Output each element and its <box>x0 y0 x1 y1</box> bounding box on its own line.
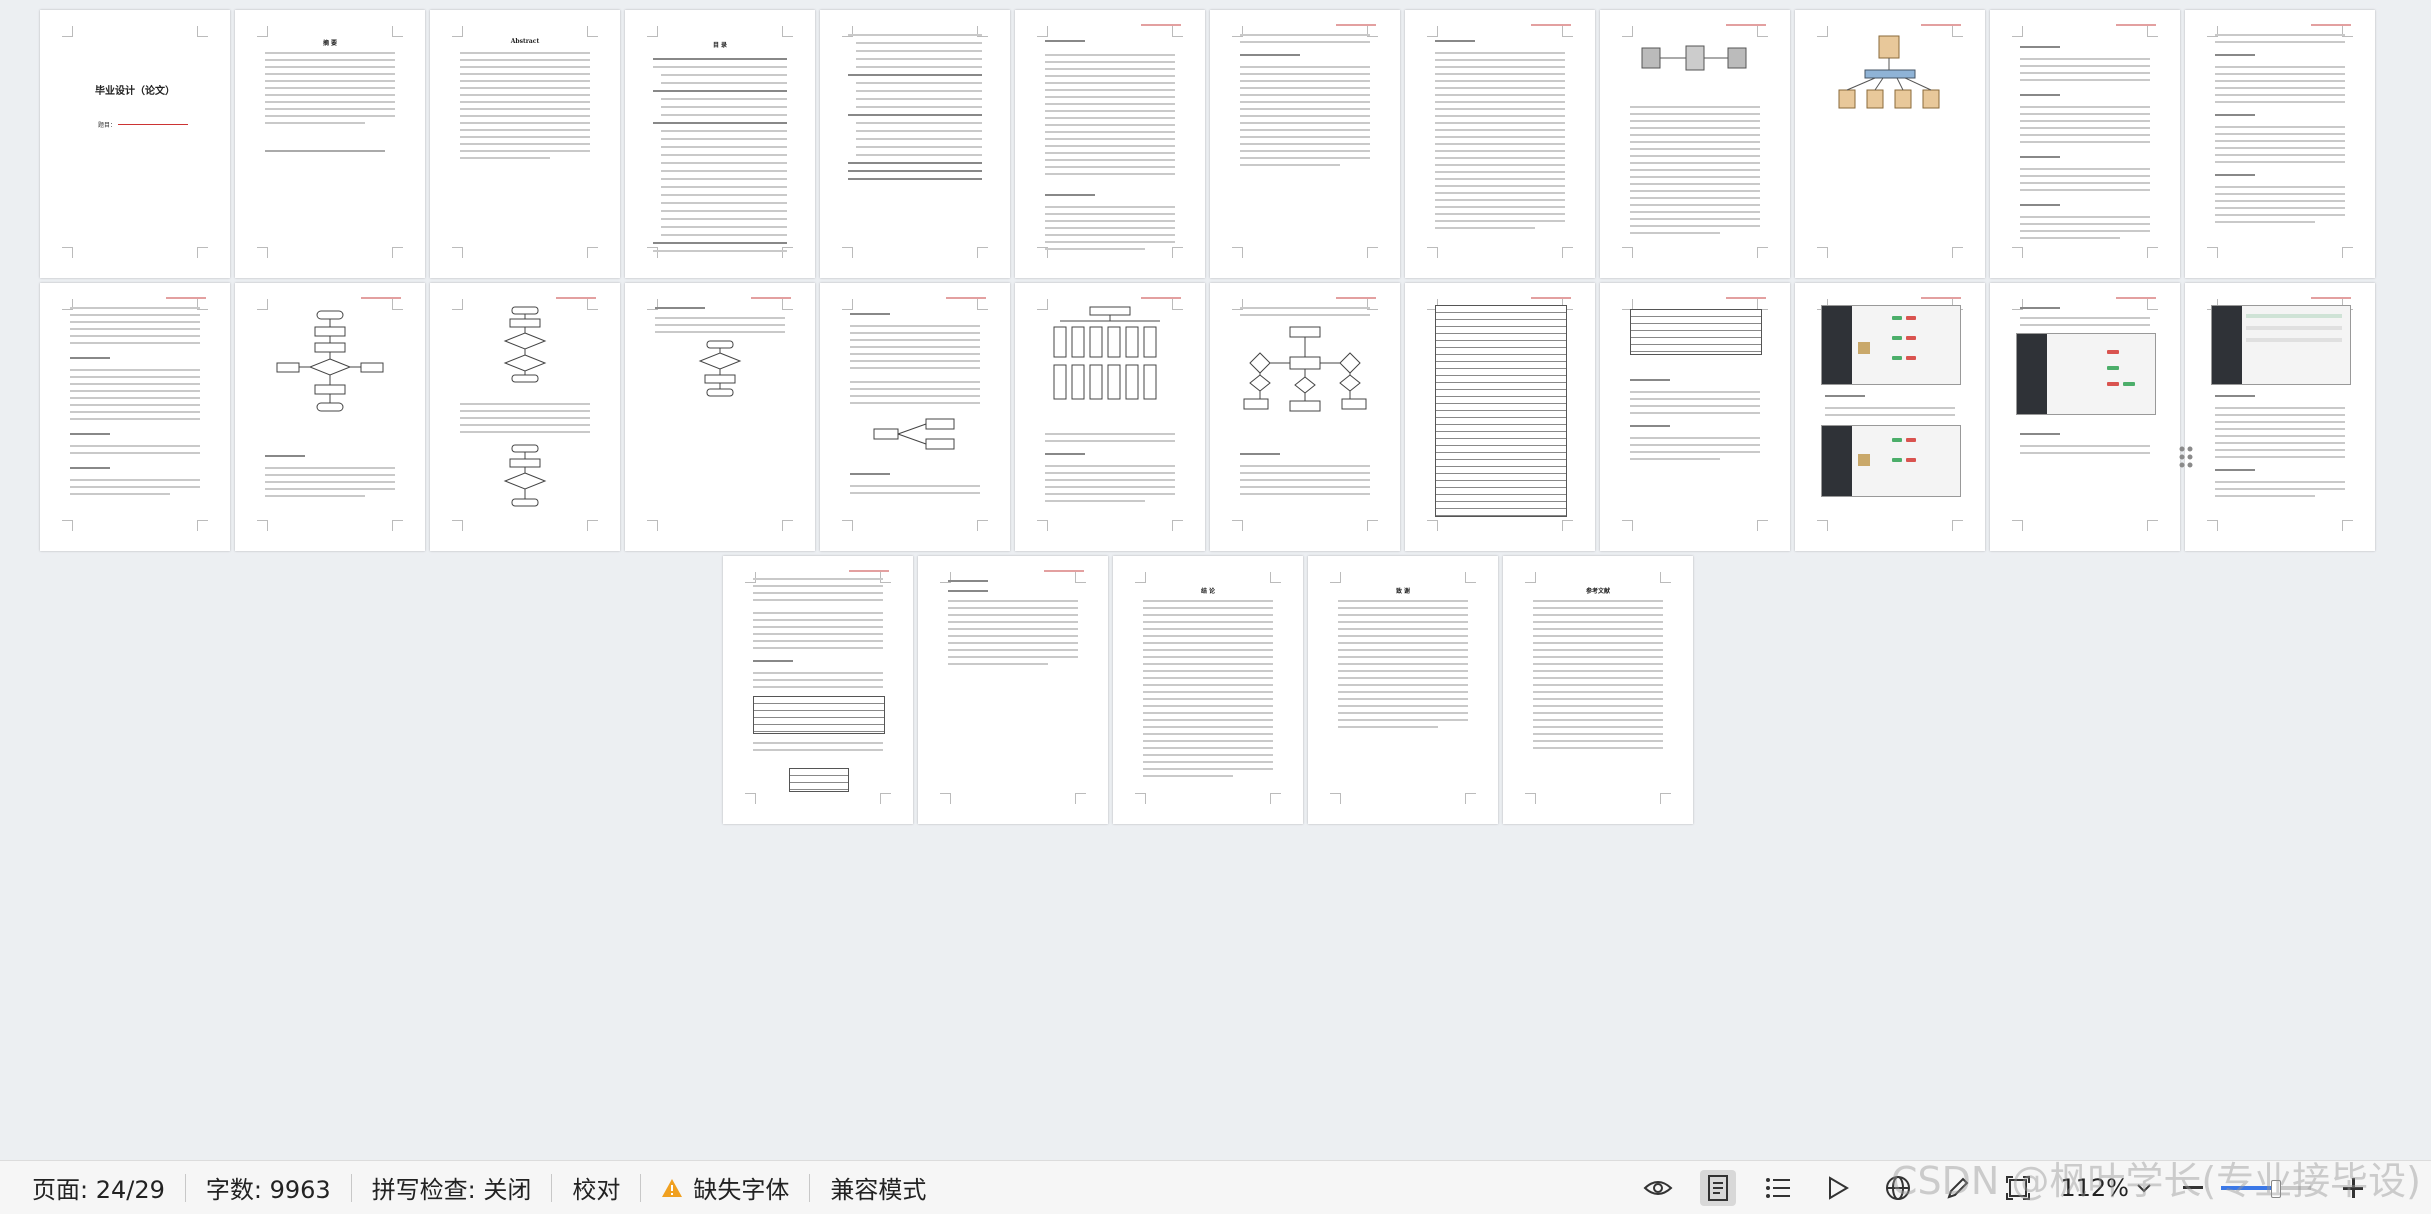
page-thumbnail-6[interactable] <box>1015 10 1205 278</box>
thanks-title: 致 谢 <box>1395 588 1411 595</box>
document-canvas[interactable]: 毕业设计（论文） 题目： 摘 要 Abstract 目 录 结 论 致 谢 参考… <box>0 0 2431 1160</box>
page-thumbnail-2[interactable]: 摘 要 <box>235 10 425 278</box>
page-thumbnail-7[interactable] <box>1210 10 1400 278</box>
proofread-button[interactable]: 校对 <box>572 1170 620 1205</box>
warning-icon <box>661 1177 683 1199</box>
page-view-icon[interactable] <box>1700 1169 1737 1206</box>
screenshot-image <box>2016 333 2156 415</box>
page-thumbnail-19[interactable] <box>1210 283 1400 551</box>
screenshot-image <box>1821 305 1961 385</box>
page-thumbnail-3[interactable]: Abstract <box>430 10 620 278</box>
page-thumbnail-12[interactable] <box>2185 10 2375 278</box>
missing-font-button[interactable]: 缺失字体 <box>661 1170 789 1205</box>
abstract-en-title: Abstract <box>510 38 540 45</box>
word-count[interactable]: 字数: 9963 <box>206 1170 331 1205</box>
play-icon[interactable] <box>1820 1170 1856 1206</box>
toc-title: 目 录 <box>712 42 728 49</box>
references-title: 参考文献 <box>1585 588 1610 595</box>
missing-font-label: 缺失字体 <box>693 1176 790 1204</box>
workflow-flowchart <box>698 340 742 397</box>
architecture-diagram <box>1641 45 1747 71</box>
cover-title: 毕业设计（论文） <box>95 86 175 97</box>
page-thumbnail-10[interactable] <box>1795 10 1985 278</box>
page-thumbnail-15[interactable] <box>430 283 620 551</box>
drag-handle-icon[interactable] <box>2178 445 2194 473</box>
page-thumbnail-27[interactable]: 结 论 <box>1113 556 1303 824</box>
page-thumbnail-14[interactable] <box>235 283 425 551</box>
eye-icon[interactable] <box>1640 1170 1676 1206</box>
page-thumbnail-1[interactable]: 毕业设计（论文） 题目： <box>40 10 230 278</box>
screenshot-image <box>1821 425 1961 497</box>
abstract-cn-title: 摘 要 <box>322 40 338 47</box>
page-thumbnail-23[interactable] <box>1990 283 2180 551</box>
login-flowchart <box>276 310 384 412</box>
page-thumbnail-22[interactable] <box>1795 283 1985 551</box>
cover-subtitle: 题目： <box>98 122 117 129</box>
page-thumbnail-11[interactable] <box>1990 10 2180 278</box>
spellcheck-toggle[interactable]: 拼写检查: 关闭 <box>372 1170 532 1205</box>
test-case-table <box>753 696 885 734</box>
page-thumbnail-8[interactable] <box>1405 10 1595 278</box>
page-thumbnail-24[interactable] <box>2185 283 2375 551</box>
page-thumbnail-17[interactable] <box>820 283 1010 551</box>
conclusion-title: 结 论 <box>1200 588 1216 595</box>
page-thumbnail-25[interactable] <box>723 556 913 824</box>
compat-mode-label: 兼容模式 <box>830 1176 927 1204</box>
outline-icon[interactable] <box>1760 1170 1796 1206</box>
er-diagram <box>1243 326 1367 412</box>
database-table <box>1435 305 1567 517</box>
page-thumbnail-20[interactable] <box>1405 283 1595 551</box>
page-thumbnail-21[interactable] <box>1600 283 1790 551</box>
page-indicator[interactable]: 页面: 24/29 <box>32 1170 165 1205</box>
server-cluster-diagram <box>1838 35 1940 109</box>
page-thumbnail-5[interactable] <box>820 10 1010 278</box>
process-flowchart <box>503 444 547 507</box>
register-flowchart <box>503 306 547 383</box>
function-module-diagram <box>1053 306 1160 400</box>
page-thumbnail-4[interactable]: 目 录 <box>625 10 815 278</box>
test-case-table <box>789 768 849 792</box>
page-thumbnail-16[interactable] <box>625 283 815 551</box>
database-table <box>1630 309 1762 355</box>
er-diagram-small <box>873 418 955 450</box>
page-thumbnail-9[interactable] <box>1600 10 1790 278</box>
page-thumbnail-26[interactable] <box>918 556 1108 824</box>
screenshot-image <box>2211 305 2351 385</box>
page-thumbnail-29[interactable]: 参考文献 <box>1503 556 1693 824</box>
page-thumbnail-18[interactable] <box>1015 283 1205 551</box>
page-thumbnail-13[interactable] <box>40 283 230 551</box>
page-thumbnail-28[interactable]: 致 谢 <box>1308 556 1498 824</box>
watermark: CSDN @枫叶学长(专业接毕设) <box>1890 1159 2421 1203</box>
